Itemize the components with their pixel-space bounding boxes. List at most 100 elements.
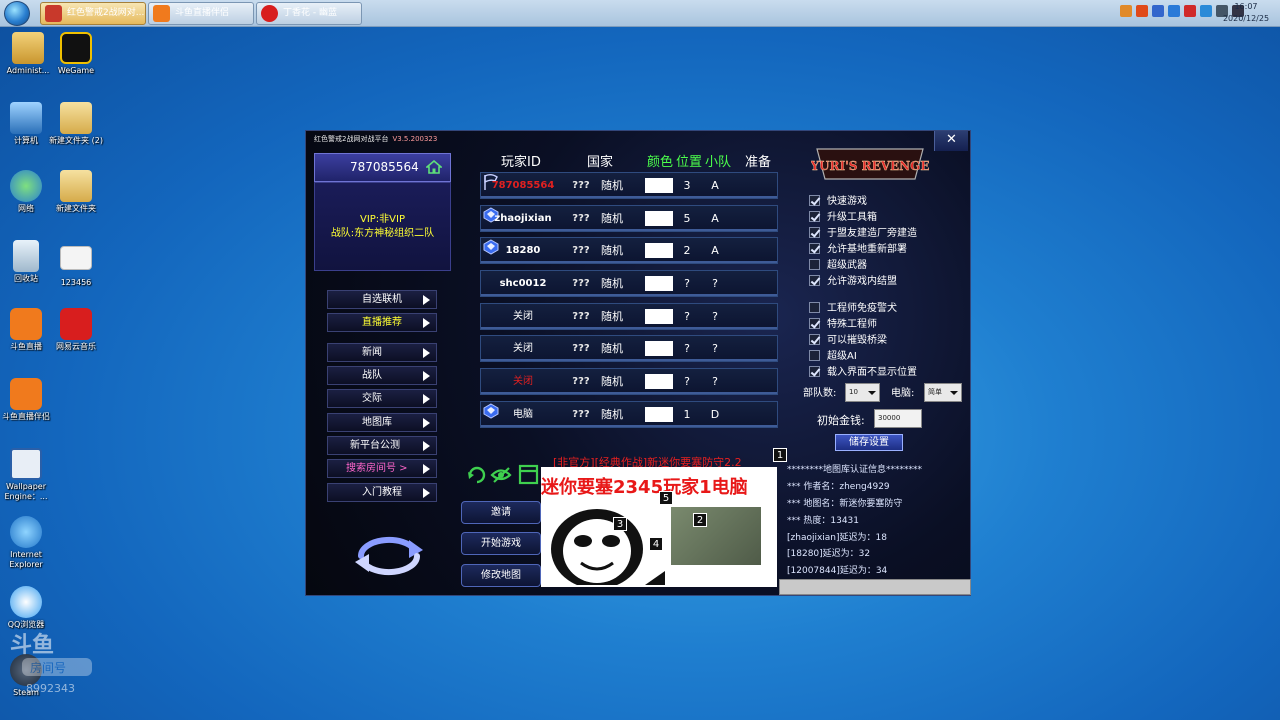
option-destroy-bridges[interactable]: 可以摧毁桥梁 [809, 334, 887, 348]
player-row[interactable]: shc0012 ??? 随机 ? ? [480, 270, 778, 297]
slot-status[interactable]: 关闭 [483, 304, 563, 329]
team-select[interactable]: ? [705, 304, 725, 329]
desktop-icon-123456[interactable]: 123456 [48, 246, 104, 288]
menu-live-recommend[interactable]: 直播推荐 [327, 313, 437, 332]
color-swatch[interactable] [645, 243, 673, 258]
system-clock[interactable]: 16:07 2020/12/25 [1220, 1, 1272, 25]
team-select[interactable]: ? [705, 336, 725, 361]
country-select[interactable]: 随机 [597, 304, 627, 329]
player-row[interactable]: 787085564 ??? 随机 3 A [480, 172, 778, 199]
tray-shield-icon[interactable] [1152, 5, 1164, 17]
money-input[interactable]: 30000 [874, 409, 922, 428]
color-swatch[interactable] [645, 341, 673, 356]
slot-status[interactable]: 关闭 [483, 369, 563, 394]
country-flag-icon[interactable]: ??? [569, 336, 593, 361]
menu-social[interactable]: 交际 [327, 389, 437, 408]
tray-ime-icon[interactable] [1136, 5, 1148, 17]
checkbox[interactable] [809, 275, 820, 286]
taskbar-item-douyu-companion[interactable]: 斗鱼直播伴侣 [148, 2, 254, 25]
ai-difficulty-select[interactable]: 简单 [924, 383, 962, 402]
team-select[interactable]: ? [705, 271, 725, 296]
option-quick-game[interactable]: 快速游戏 [809, 195, 867, 209]
country-flag-icon[interactable]: ??? [569, 271, 593, 296]
option-superweapons[interactable]: 超级武器 [809, 259, 867, 273]
country-flag-icon[interactable]: ??? [569, 206, 593, 231]
checkbox[interactable] [809, 350, 820, 361]
position-select[interactable]: 3 [677, 173, 697, 198]
team-select[interactable]: D [705, 402, 725, 427]
option-ingame-alliance[interactable]: 允许游戏内结盟 [809, 275, 897, 289]
desktop-icon-wegame[interactable]: WeGame [48, 32, 104, 76]
country-select[interactable]: 随机 [597, 369, 627, 394]
checkbox[interactable] [809, 259, 820, 270]
home-icon[interactable] [426, 160, 442, 174]
desktop-icon-internet-explorer[interactable]: Internet Explorer [0, 516, 54, 570]
option-super-ai[interactable]: 超级AI [809, 350, 857, 364]
player-row[interactable]: 关闭 ??? 随机 ? ? [480, 303, 778, 330]
position-select[interactable]: ? [677, 271, 697, 296]
refresh-small-icon[interactable] [468, 466, 486, 484]
country-select[interactable]: 随机 [597, 402, 627, 427]
desktop-icon-network[interactable]: 网络 [0, 170, 54, 214]
desktop-icon-netease-music[interactable]: 网易云音乐 [48, 308, 104, 352]
country-select[interactable]: 随机 [597, 206, 627, 231]
menu-new-platform-beta[interactable]: 新平台公测 [327, 436, 437, 455]
color-swatch[interactable] [645, 407, 673, 422]
checkbox[interactable] [809, 334, 820, 345]
player-row[interactable]: 18280 ??? 随机 2 A [480, 237, 778, 264]
desktop-icon-new-folder-2[interactable]: 新建文件夹 (2) [48, 102, 104, 146]
desktop-icon-new-folder[interactable]: 新建文件夹 [48, 170, 104, 214]
position-select[interactable]: ? [677, 304, 697, 329]
checkbox[interactable] [809, 366, 820, 377]
player-row[interactable]: zhaojixian ??? 随机 5 A [480, 205, 778, 232]
option-upgrade-toolbox[interactable]: 升级工具箱 [809, 211, 877, 225]
country-flag-icon[interactable]: ??? [569, 402, 593, 427]
option-base-redeploy[interactable]: 允许基地重新部署 [809, 243, 907, 257]
option-hide-positions[interactable]: 载入界面不显示位置 [809, 366, 917, 380]
country-select[interactable]: 随机 [597, 173, 627, 198]
save-settings-button[interactable]: 储存设置 [835, 434, 903, 451]
position-select[interactable]: 1 [677, 402, 697, 427]
desktop-icon-wallpaper-engine[interactable]: Wallpaper Engine：... [0, 448, 54, 502]
tray-netease-icon[interactable] [1184, 5, 1196, 17]
country-flag-icon[interactable]: ??? [569, 238, 593, 263]
hide-eye-icon[interactable] [490, 467, 512, 483]
menu-custom-online[interactable]: 自选联机 [327, 290, 437, 309]
modify-map-button[interactable]: 修改地图 [461, 564, 541, 587]
checkbox[interactable] [809, 302, 820, 313]
tray-app-icon[interactable] [1120, 5, 1132, 17]
taskbar-item-ra2-platform[interactable]: 红色警戒2战网对... [40, 2, 146, 25]
menu-tutorial[interactable]: 入门教程 [327, 483, 437, 502]
tray-qq-icon[interactable] [1200, 5, 1212, 17]
team-select[interactable]: ? [705, 369, 725, 394]
menu-team[interactable]: 战队 [327, 366, 437, 385]
refresh-icon[interactable] [353, 534, 425, 578]
checkbox[interactable] [809, 243, 820, 254]
slot-status[interactable]: 关闭 [483, 336, 563, 361]
option-engineer-dog-immune[interactable]: 工程师免疫警犬 [809, 302, 897, 316]
taskbar-item-netease-music[interactable]: 丁香花 - 幽蓝 [256, 2, 362, 25]
color-swatch[interactable] [645, 309, 673, 324]
position-select[interactable]: 5 [677, 206, 697, 231]
menu-map-library[interactable]: 地图库 [327, 413, 437, 432]
start-game-button[interactable]: 开始游戏 [461, 532, 541, 555]
desktop-icon-douyu-companion[interactable]: 斗鱼直播伴侣 [0, 378, 54, 422]
color-swatch[interactable] [645, 211, 673, 226]
menu-news[interactable]: 新闻 [327, 343, 437, 362]
desktop-icon-computer[interactable]: 计算机 [0, 102, 54, 146]
player-row[interactable]: 电脑 ??? 随机 1 D [480, 401, 778, 428]
color-swatch[interactable] [645, 276, 673, 291]
desktop-icon-qq-browser[interactable]: QQ浏览器 [0, 586, 54, 630]
checkbox[interactable] [809, 227, 820, 238]
player-row[interactable]: 关闭 ??? 随机 ? ? [480, 368, 778, 395]
option-special-engineer[interactable]: 特殊工程师 [809, 318, 877, 332]
position-select[interactable]: 2 [677, 238, 697, 263]
menu-search-room[interactable]: 搜索房间号 > [327, 459, 437, 478]
checkbox[interactable] [809, 195, 820, 206]
team-select[interactable]: A [705, 206, 725, 231]
horizontal-scrollbar[interactable] [779, 579, 971, 595]
country-flag-icon[interactable]: ??? [569, 173, 593, 198]
start-button[interactable] [4, 1, 30, 26]
window-icon[interactable] [518, 464, 539, 485]
country-select[interactable]: 随机 [597, 238, 627, 263]
